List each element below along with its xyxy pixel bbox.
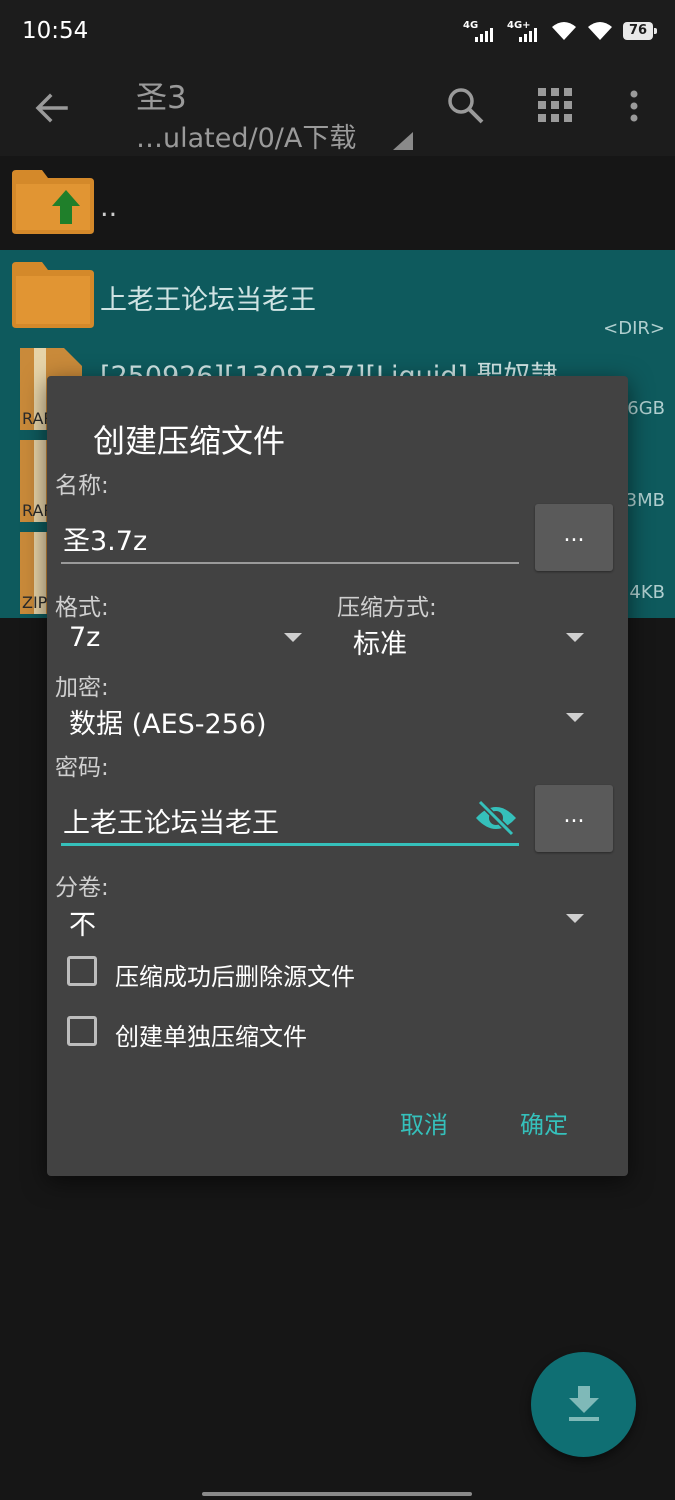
grid-view-icon[interactable] bbox=[538, 88, 572, 122]
toolbar: 圣3 …ulated/0/A下载 bbox=[0, 64, 675, 156]
folder-title: 圣3 bbox=[136, 80, 187, 116]
file-meta: 6GB bbox=[627, 398, 665, 419]
delete-source-checkbox[interactable] bbox=[67, 956, 97, 986]
folder-path[interactable]: …ulated/0/A下载 bbox=[136, 116, 356, 155]
archive-name-input[interactable]: 圣3.7z bbox=[63, 519, 147, 558]
parent-folder-row[interactable]: .. bbox=[0, 156, 675, 250]
encryption-dropdown-icon[interactable] bbox=[566, 713, 584, 722]
create-archive-dialog: 创建压缩文件 名称: 圣3.7z ... 格式: 7z 压缩方式: 标准 加密:… bbox=[47, 376, 628, 1176]
home-indicator[interactable] bbox=[202, 1492, 472, 1496]
wifi-icon bbox=[551, 21, 577, 41]
format-label: 格式: bbox=[55, 595, 109, 621]
separate-archive-label[interactable]: 创建单独压缩文件 bbox=[115, 1017, 307, 1052]
list-item[interactable]: 上老王论坛当老王 <DIR> bbox=[0, 250, 675, 342]
format-dropdown-icon[interactable] bbox=[284, 633, 302, 642]
file-meta: 3MB bbox=[625, 490, 665, 511]
password-input[interactable]: 上老王论坛当老王 bbox=[63, 801, 279, 840]
delete-source-label[interactable]: 压缩成功后删除源文件 bbox=[115, 957, 355, 992]
svg-text:ZIP: ZIP bbox=[22, 593, 48, 612]
file-meta: 4KB bbox=[629, 582, 665, 603]
folder-icon bbox=[12, 262, 94, 328]
cancel-button[interactable]: 取消 bbox=[400, 1105, 448, 1140]
download-fab-button[interactable] bbox=[531, 1352, 636, 1457]
method-select[interactable]: 标准 bbox=[353, 622, 407, 661]
browse-name-button[interactable]: ... bbox=[535, 504, 613, 571]
visibility-off-icon[interactable] bbox=[474, 799, 518, 837]
password-options-button[interactable]: ... bbox=[535, 785, 613, 852]
format-select[interactable]: 7z bbox=[69, 622, 100, 653]
download-icon bbox=[569, 1386, 599, 1421]
separate-archive-checkbox[interactable] bbox=[67, 1016, 97, 1046]
cellular-signal-icon: 4G bbox=[463, 20, 497, 42]
parent-folder-name: .. bbox=[100, 192, 118, 223]
volume-dropdown-icon[interactable] bbox=[566, 914, 584, 923]
password-label: 密码: bbox=[55, 755, 109, 781]
password-underline bbox=[61, 843, 519, 846]
wifi-2-icon bbox=[587, 21, 613, 41]
search-icon[interactable] bbox=[446, 86, 486, 126]
folder-up-icon bbox=[12, 170, 94, 234]
volume-select[interactable]: 不 bbox=[69, 903, 96, 942]
cellular-signal-2-icon: 4G+ bbox=[507, 20, 541, 42]
encryption-label: 加密: bbox=[55, 675, 109, 701]
method-dropdown-icon[interactable] bbox=[566, 633, 584, 642]
back-arrow-icon[interactable] bbox=[32, 88, 72, 128]
file-name: 上老王论坛当老王 bbox=[100, 285, 316, 316]
name-underline bbox=[61, 562, 519, 564]
status-icons: 4G 4G+ 76 bbox=[463, 20, 657, 42]
path-dropdown-icon[interactable] bbox=[393, 132, 413, 150]
file-meta: <DIR> bbox=[603, 318, 665, 339]
status-bar: 10:54 4G 4G+ 76 bbox=[0, 0, 675, 64]
dialog-title: 创建压缩文件 bbox=[93, 422, 286, 460]
method-label: 压缩方式: bbox=[337, 595, 437, 621]
volume-label: 分卷: bbox=[55, 875, 109, 901]
ok-button[interactable]: 确定 bbox=[520, 1105, 568, 1140]
more-options-icon[interactable] bbox=[624, 86, 644, 126]
encryption-select[interactable]: 数据 (AES-256) bbox=[69, 702, 267, 741]
name-label: 名称: bbox=[55, 473, 109, 499]
status-time: 10:54 bbox=[22, 18, 89, 44]
battery-icon: 76 bbox=[623, 22, 657, 40]
